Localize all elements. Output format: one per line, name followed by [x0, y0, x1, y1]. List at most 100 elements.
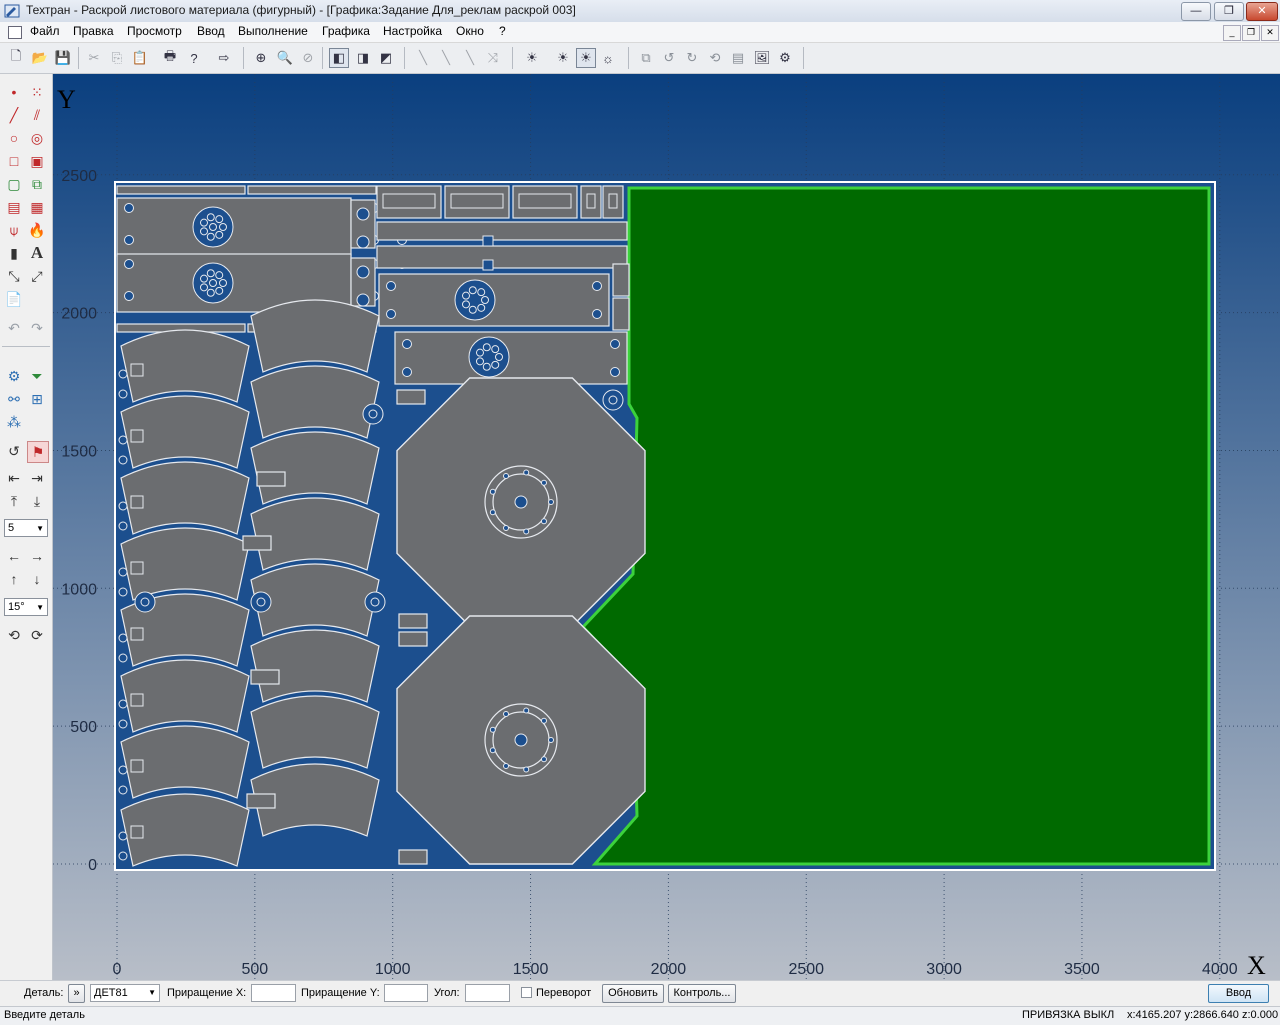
battery-icon[interactable]: ▮: [4, 243, 24, 263]
angle-input[interactable]: [465, 984, 510, 1002]
align-top-icon[interactable]: ⤒: [4, 491, 24, 511]
tool-marker-icon[interactable]: ⍦: [4, 220, 24, 240]
menu-file[interactable]: Файл: [27, 24, 63, 38]
move-left-icon[interactable]: ←: [4, 546, 24, 566]
copy-icon[interactable]: ⎘: [107, 48, 127, 68]
close-button[interactable]: ✕: [1246, 2, 1278, 21]
nesting-drawing[interactable]: 2500 2000 1500 1000 500 0 0 500 1000 1500 2000 2500…: [53, 74, 1280, 980]
new-file-icon[interactable]: 🗋: [6, 48, 26, 68]
menu-input[interactable]: Ввод: [194, 24, 228, 38]
part-7-icon[interactable]: ⚙: [775, 48, 795, 68]
menu-help[interactable]: ?: [496, 24, 509, 38]
view-iso-1-icon[interactable]: ◧: [329, 48, 349, 68]
mdi-restore-button[interactable]: ❐: [1242, 25, 1260, 41]
transform-1-icon[interactable]: ⤡: [4, 266, 24, 286]
zoom-all-icon[interactable]: ⊘: [298, 48, 318, 68]
view-iso-2-icon[interactable]: ◨: [353, 48, 373, 68]
table-edit-icon[interactable]: ▦: [27, 197, 47, 217]
dy-input[interactable]: [384, 984, 428, 1002]
flip-checkbox[interactable]: [521, 987, 532, 998]
light-2-icon[interactable]: ☀: [553, 48, 573, 68]
minimize-button[interactable]: —: [1181, 2, 1211, 21]
line-icon[interactable]: ╱: [4, 105, 24, 125]
part-5-icon[interactable]: ▤: [728, 48, 748, 68]
maximize-button[interactable]: ❐: [1214, 2, 1244, 21]
rotate-ccw-icon[interactable]: ⟲: [4, 625, 24, 645]
line-tool-2-icon[interactable]: ╲: [436, 48, 456, 68]
concentric-circles-icon[interactable]: ◎: [27, 128, 47, 148]
light-4-icon[interactable]: ☼: [598, 48, 618, 68]
grid-layout-icon[interactable]: ⊞: [27, 389, 47, 409]
flame-icon[interactable]: 🔥: [27, 220, 47, 240]
line-tool-4-icon[interactable]: ⤨: [483, 48, 503, 68]
zoom-window-icon[interactable]: 🔍: [275, 48, 295, 68]
toolbar-separator: [404, 47, 405, 69]
part-3-icon[interactable]: ↻: [682, 48, 702, 68]
light-3-icon[interactable]: ☀: [576, 48, 596, 68]
part-1-icon[interactable]: ⧉: [636, 48, 656, 68]
contour-icon[interactable]: ▢: [4, 174, 24, 194]
text-tool-icon[interactable]: A: [27, 243, 47, 263]
align-bottom-icon[interactable]: ⤓: [27, 491, 47, 511]
menu-run[interactable]: Выполнение: [235, 24, 311, 38]
detail-expand-button[interactable]: »: [68, 984, 85, 1003]
clipboard-icon[interactable]: 📄: [4, 289, 24, 309]
enter-button[interactable]: Ввод: [1208, 984, 1269, 1003]
dx-input[interactable]: [251, 984, 296, 1002]
filter-icon[interactable]: ⏷: [27, 366, 47, 386]
light-1-icon[interactable]: ☀: [522, 48, 542, 68]
mdi-close-button[interactable]: ✕: [1261, 25, 1279, 41]
part-4-icon[interactable]: ⟲: [705, 48, 725, 68]
rotate-cw-icon[interactable]: ⟳: [27, 625, 47, 645]
document-icon[interactable]: [8, 26, 22, 39]
cut-icon[interactable]: ✂: [84, 48, 104, 68]
zoom-in-icon[interactable]: ⊕: [251, 48, 271, 68]
point-grid-icon[interactable]: ⁙: [27, 82, 47, 102]
part-2-icon[interactable]: ↺: [659, 48, 679, 68]
control-button[interactable]: Контроль...: [668, 984, 736, 1003]
move-down-icon[interactable]: ↓: [27, 569, 47, 589]
align-right-icon[interactable]: ⇥: [27, 468, 47, 488]
redo-icon[interactable]: ↷: [27, 318, 47, 338]
circle-icon[interactable]: ○: [4, 128, 24, 148]
rotate-hand-icon[interactable]: ↺: [4, 441, 24, 461]
nested-rectangle-icon[interactable]: ▣: [27, 151, 47, 171]
line-tool-3-icon[interactable]: ╲: [460, 48, 480, 68]
menu-settings[interactable]: Настройка: [380, 24, 445, 38]
menu-edit[interactable]: Правка: [70, 24, 117, 38]
menu-window[interactable]: Окно: [453, 24, 487, 38]
step-select[interactable]: 5 ▼: [4, 519, 48, 537]
undo-icon[interactable]: ↶: [4, 318, 24, 338]
move-up-icon[interactable]: ↑: [4, 569, 24, 589]
flag-icon[interactable]: ⚑: [27, 441, 49, 463]
mdi-minimize-button[interactable]: _: [1223, 25, 1241, 41]
part-6-icon[interactable]: 🖼: [752, 48, 772, 68]
update-button[interactable]: Обновить: [602, 984, 664, 1003]
detail-select[interactable]: ДЕТ81 ▼: [90, 984, 160, 1002]
move-right-icon[interactable]: →: [27, 546, 47, 566]
array-icon[interactable]: ⁂: [4, 412, 24, 432]
parallel-lines-icon[interactable]: ⫽: [27, 105, 47, 125]
export-icon[interactable]: ⇨: [214, 48, 234, 68]
open-folder-icon[interactable]: 📂: [30, 48, 50, 68]
table-icon[interactable]: ▤: [4, 197, 24, 217]
transform-2-icon[interactable]: ⤢: [27, 266, 47, 286]
graphics-canvas[interactable]: 2500 2000 1500 1000 500 0 0 500 1000 1500 2000 2500…: [53, 74, 1280, 980]
align-left-icon[interactable]: ⇤: [4, 468, 24, 488]
print-icon[interactable]: 🖶: [160, 48, 180, 68]
settings-gear-icon[interactable]: ⚙: [4, 366, 24, 386]
angle-select[interactable]: 15° ▼: [4, 598, 48, 616]
point-icon[interactable]: •: [4, 82, 24, 102]
save-icon[interactable]: 💾: [53, 48, 73, 68]
nodes-icon[interactable]: ⚯: [4, 389, 24, 409]
menu-view[interactable]: Просмотр: [124, 24, 185, 38]
rectangle-icon[interactable]: □: [4, 151, 24, 171]
contour-copy-icon[interactable]: ⧉: [27, 174, 47, 194]
part-hole: [503, 473, 509, 480]
line-tool-1-icon[interactable]: ╲: [413, 48, 433, 68]
part-hole: [118, 369, 128, 379]
paste-icon[interactable]: 📋: [130, 48, 150, 68]
view-iso-3-icon[interactable]: ◩: [376, 48, 396, 68]
help-icon[interactable]: ?: [184, 48, 204, 68]
menu-graphics[interactable]: Графика: [319, 24, 373, 38]
